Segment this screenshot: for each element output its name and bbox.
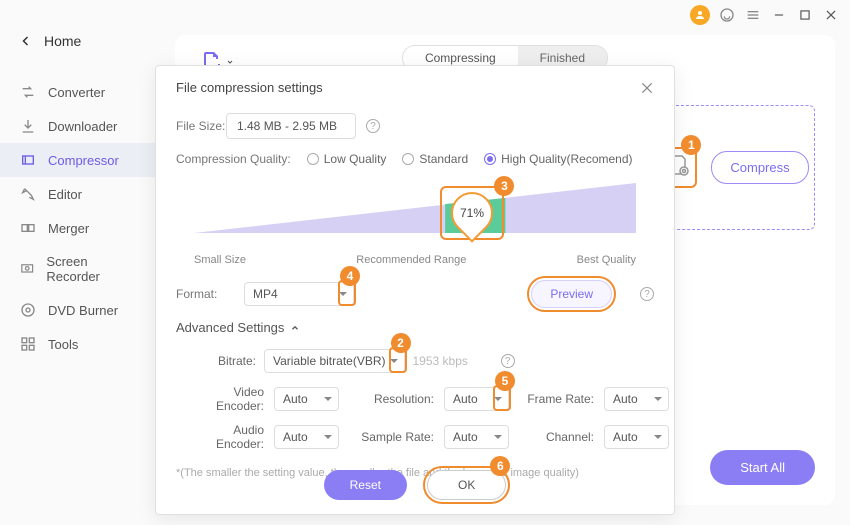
minimize-button[interactable] — [770, 6, 788, 24]
filesize-input[interactable] — [226, 113, 356, 139]
tools-icon — [20, 336, 36, 352]
framerate-label: Frame Rate: — [519, 392, 594, 406]
preview-button[interactable]: Preview — [531, 280, 612, 308]
channel-select[interactable]: Auto — [604, 425, 669, 449]
sidebar-item-converter[interactable]: Converter — [0, 75, 155, 109]
sidebar-item-editor[interactable]: Editor — [0, 177, 155, 211]
radio-high-quality[interactable]: High Quality(Recomend) — [484, 151, 632, 166]
sidebar-item-downloader[interactable]: Downloader — [0, 109, 155, 143]
annotation-3: 3 — [494, 176, 514, 196]
start-all-button[interactable]: Start All — [710, 450, 815, 485]
bitrate-label: Bitrate: — [184, 354, 256, 368]
sidebar-label: Compressor — [48, 153, 119, 168]
sidebar-label: Tools — [48, 337, 78, 352]
channel-label: Channel: — [519, 430, 594, 444]
sidebar: Home Converter Downloader Compressor Edi… — [0, 0, 155, 525]
home-label: Home — [44, 33, 81, 49]
drop-zone: 1 Compress — [655, 105, 815, 230]
file-compression-dialog: File compression settings File Size: ? C… — [155, 65, 675, 515]
annotation-5: 5 — [495, 371, 515, 391]
converter-icon — [20, 84, 36, 100]
video-encoder-select[interactable]: Auto — [274, 387, 339, 411]
help-icon[interactable]: ? — [501, 354, 515, 368]
sidebar-label: Downloader — [48, 119, 117, 134]
sidebar-label: Merger — [48, 221, 89, 236]
support-icon[interactable] — [718, 6, 736, 24]
samplerate-select[interactable]: Auto — [444, 425, 509, 449]
user-avatar[interactable] — [690, 5, 710, 25]
slider-label-small: Small Size — [194, 254, 246, 266]
menu-icon[interactable] — [744, 6, 762, 24]
annotation-1: 1 — [681, 135, 701, 155]
sidebar-item-compressor[interactable]: Compressor — [0, 143, 155, 177]
sidebar-label: DVD Burner — [48, 303, 118, 318]
bitrate-kbps — [413, 354, 483, 368]
compression-quality-label: Compression Quality: — [176, 152, 291, 166]
sidebar-item-tools[interactable]: Tools — [0, 327, 155, 361]
annotation-2: 2 — [391, 333, 411, 353]
slider-label-best: Best Quality — [577, 254, 636, 266]
dialog-close-button[interactable] — [640, 81, 654, 95]
maximize-button[interactable] — [796, 6, 814, 24]
reset-button[interactable]: Reset — [324, 470, 407, 500]
video-encoder-label: Video Encoder: — [184, 385, 264, 413]
dialog-title: File compression settings — [176, 80, 323, 95]
slider-pin[interactable]: 71% — [451, 192, 493, 234]
bitrate-select[interactable]: Variable bitrate(VBR) — [264, 349, 405, 373]
compressor-icon — [20, 152, 36, 168]
help-icon[interactable]: ? — [640, 287, 654, 301]
slider-label-recommended: Recommended Range — [356, 254, 466, 266]
close-button[interactable] — [822, 6, 840, 24]
annotation-4: 4 — [340, 266, 360, 286]
sidebar-label: Screen Recorder — [46, 254, 135, 284]
resolution-label: Resolution: — [349, 392, 434, 406]
chevron-up-icon — [290, 323, 300, 333]
screen-icon — [20, 261, 34, 277]
merger-icon — [20, 220, 36, 236]
sidebar-label: Converter — [48, 85, 105, 100]
help-icon[interactable]: ? — [366, 119, 380, 133]
samplerate-label: Sample Rate: — [349, 430, 434, 444]
compress-button[interactable]: Compress — [711, 151, 808, 184]
quality-slider[interactable]: 3 71% — [194, 178, 636, 248]
radio-standard[interactable]: Standard — [402, 151, 468, 166]
sidebar-label: Editor — [48, 187, 82, 202]
framerate-select[interactable]: Auto — [604, 387, 669, 411]
sidebar-item-merger[interactable]: Merger — [0, 211, 155, 245]
audio-encoder-select[interactable]: Auto — [274, 425, 339, 449]
radio-low-quality[interactable]: Low Quality — [307, 151, 387, 166]
download-icon — [20, 118, 36, 134]
back-home[interactable]: Home — [0, 25, 155, 57]
format-label: Format: — [176, 287, 226, 301]
filesize-label: File Size: — [176, 119, 226, 133]
sidebar-item-dvd-burner[interactable]: DVD Burner — [0, 293, 155, 327]
audio-encoder-label: Audio Encoder: — [184, 423, 264, 451]
annotation-6: 6 — [490, 456, 510, 476]
dvd-icon — [20, 302, 36, 318]
editor-icon — [20, 186, 36, 202]
sidebar-item-screen-recorder[interactable]: Screen Recorder — [0, 245, 155, 293]
slider-percent: 71% — [460, 206, 484, 220]
advanced-settings-toggle[interactable]: Advanced Settings — [176, 320, 654, 335]
chevron-left-icon — [20, 35, 32, 47]
